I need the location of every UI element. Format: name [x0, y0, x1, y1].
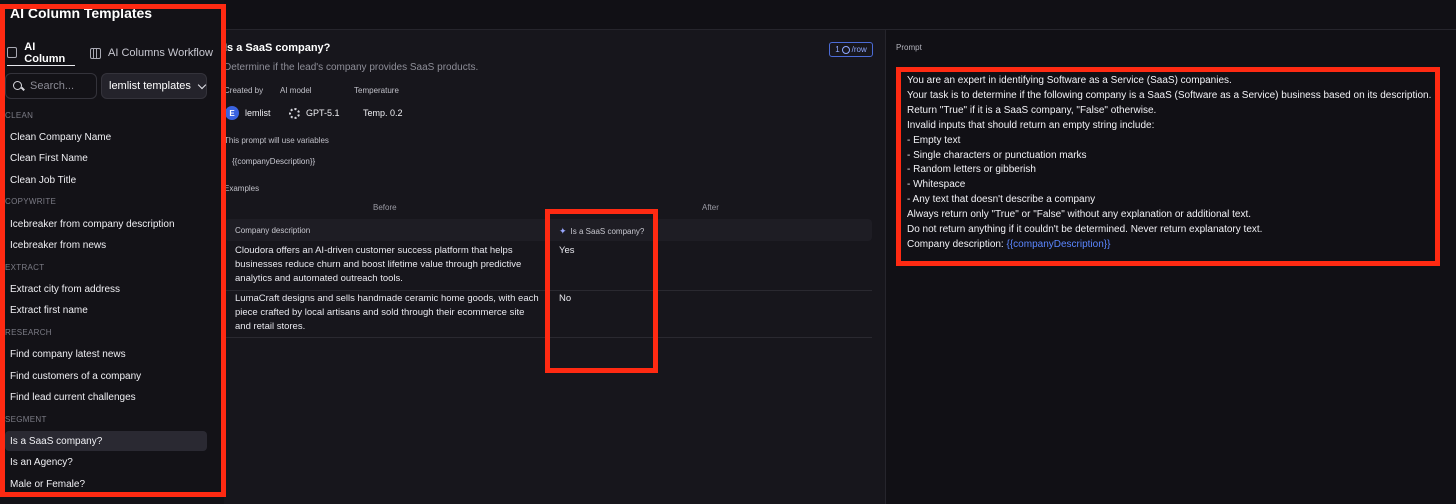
column-header: Company description: [235, 226, 311, 235]
table-cell-description: Cloudora offers an AI-driven customer su…: [235, 245, 522, 284]
temperature-label: Temperature: [354, 86, 399, 95]
annotation-box-prompt: [896, 67, 1440, 266]
examples-label: Examples: [224, 184, 260, 193]
created-by-label: Created by: [224, 86, 264, 95]
after-label: After: [702, 203, 719, 212]
creator-name: lemlist: [245, 108, 271, 118]
ai-model-label: AI model: [280, 86, 312, 95]
prompt-label: Prompt: [896, 43, 922, 52]
annotation-box-result-column: [545, 209, 658, 373]
cost-unit: /row: [851, 45, 867, 54]
variables-label: This prompt will use variables: [224, 136, 329, 145]
credit-icon: [841, 45, 850, 54]
avatar: E: [225, 106, 239, 120]
cost-count: 1: [835, 45, 840, 54]
temperature-value: Temp. 0.2: [363, 108, 403, 118]
annotation-box-sidebar: [0, 4, 226, 497]
model-name: GPT-5.1: [306, 108, 340, 118]
template-description: Determine if the lead's company provides…: [224, 62, 479, 73]
creator: E lemlist: [225, 105, 271, 121]
variable-chip: {{companyDescription}}: [232, 157, 316, 166]
openai-icon: [289, 107, 300, 119]
template-title: Is a SaaS company?: [224, 42, 331, 54]
ai-model: GPT-5.1: [289, 105, 340, 121]
cost-badge: 1 /row: [829, 42, 873, 57]
table-cell-description: LumaCraft designs and sells handmade cer…: [235, 293, 539, 332]
before-label: Before: [373, 203, 397, 212]
temperature: Temp. 0.2: [363, 105, 403, 121]
